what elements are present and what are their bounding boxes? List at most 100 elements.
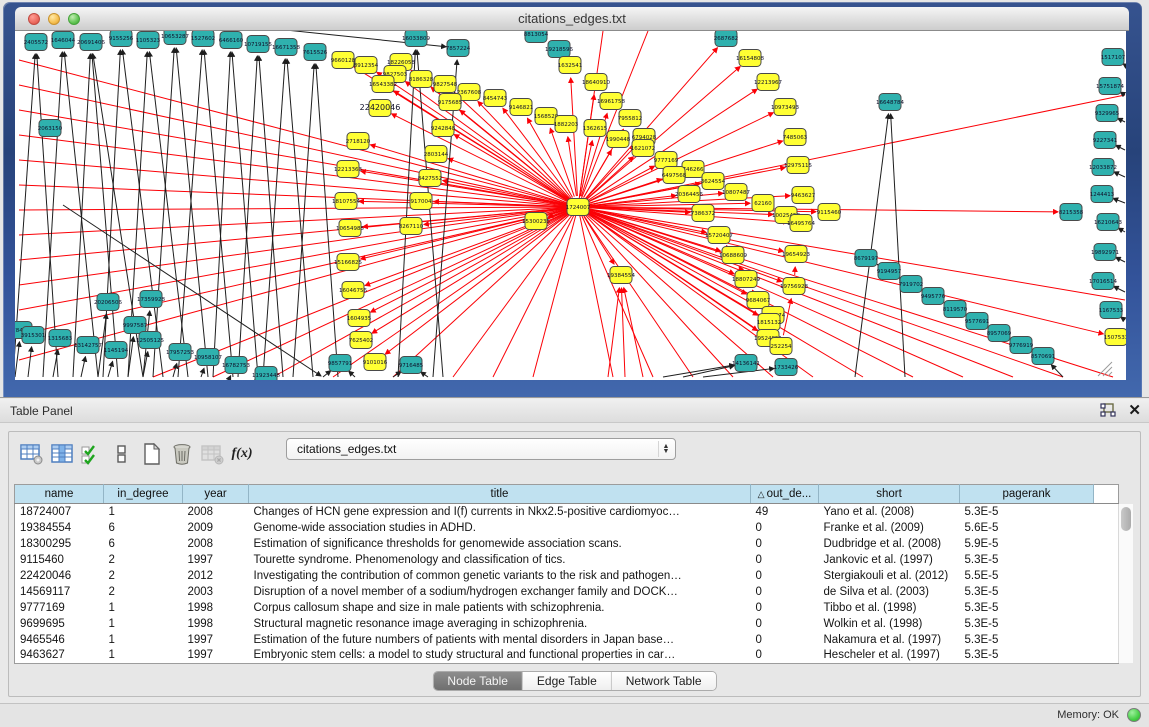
yellow-node-1507533[interactable]: 1507533 <box>1104 329 1126 346</box>
yellow-node-10654985[interactable]: 10654985 <box>336 220 364 237</box>
table-cell[interactable]: 19384554 <box>15 520 104 536</box>
yellow-node-18107554[interactable]: 18107554 <box>332 193 360 210</box>
table-cell[interactable]: 5.3E-5 <box>960 616 1094 632</box>
table-cell[interactable]: 1998 <box>183 616 249 632</box>
table-cell[interactable]: 0 <box>751 616 819 632</box>
yellow-node-16543382[interactable]: 16543382 <box>369 76 397 93</box>
teal-node-14136141[interactable]: 14136141 <box>732 355 760 372</box>
column-header-name[interactable]: name <box>15 485 104 504</box>
yellow-node-1882203[interactable]: 1882203 <box>554 116 579 133</box>
yellow-node-62160[interactable]: 62160 <box>752 195 774 212</box>
yellow-node-12213967[interactable]: 12213967 <box>754 74 782 91</box>
teal-node-8215358[interactable]: 8215358 <box>1059 204 1084 221</box>
yellow-node-8454743[interactable]: 8454743 <box>483 90 508 107</box>
yellow-node-9146821[interactable]: 9146821 <box>509 99 534 116</box>
table-cell[interactable]: 18300295 <box>15 536 104 552</box>
teal-node-2405572[interactable]: 2405572 <box>24 34 49 51</box>
table-cell[interactable]: 0 <box>751 520 819 536</box>
teal-node-6466160[interactable]: 6466160 <box>219 32 244 49</box>
teal-node-9329965[interactable]: 9329965 <box>1095 105 1120 122</box>
yellow-node-9827548[interactable]: 9827548 <box>433 76 458 93</box>
yellow-node-1604935[interactable]: 1604935 <box>347 310 372 327</box>
table-cell[interactable] <box>1094 632 1119 648</box>
yellow-node-252254[interactable]: 252254 <box>770 338 792 355</box>
scrollbar-thumb[interactable] <box>1121 507 1131 531</box>
table-cell[interactable] <box>1094 504 1119 520</box>
teal-node-7857224[interactable]: 7857224 <box>446 40 471 57</box>
teal-node-3915301[interactable]: 3915301 <box>21 327 46 344</box>
yellow-node-2803144[interactable]: 2803144 <box>424 146 449 163</box>
teal-node-11923448[interactable]: 11923448 <box>252 367 280 381</box>
yellow-node-20364456[interactable]: 20364456 <box>675 186 703 203</box>
node-table[interactable]: namein_degreeyeartitle△out_de...shortpag… <box>14 484 1119 664</box>
table-cell[interactable]: Hescheler et al. (1997) <box>819 648 960 664</box>
table-cell[interactable]: Structural magnetic resonance image aver… <box>249 616 751 632</box>
yellow-node-10807487[interactable]: 10807487 <box>722 184 750 201</box>
yellow-node-8427552[interactable]: 8427552 <box>418 170 443 187</box>
yellow-node-15300235[interactable]: 15300235 <box>522 213 550 230</box>
memory-status-icon[interactable] <box>1127 708 1141 722</box>
teal-node-8119570[interactable]: 8119570 <box>943 301 968 318</box>
yellow-node-7955812[interactable]: 7955812 <box>618 110 643 127</box>
teal-node-16671358[interactable]: 16671358 <box>272 39 300 56</box>
table-cell[interactable]: 2009 <box>183 520 249 536</box>
table-cell[interactable]: 49 <box>751 504 819 520</box>
table-cell[interactable]: 5.3E-5 <box>960 648 1094 664</box>
yellow-node-10973493[interactable]: 10973493 <box>771 99 799 116</box>
teal-node-9577691[interactable]: 9577691 <box>965 313 990 330</box>
table-row[interactable]: 2242004622012Investigating the contribut… <box>15 568 1119 584</box>
column-list-icon[interactable] <box>107 441 137 467</box>
teal-node-2063150[interactable]: 2063150 <box>38 120 63 137</box>
column-header-title[interactable]: title <box>249 485 751 504</box>
table-cell[interactable]: Embryonic stem cells: a model to study s… <box>249 648 751 664</box>
table-cell[interactable]: 22420046 <box>15 568 104 584</box>
yellow-node-22420046[interactable]: 22420046 <box>360 100 401 117</box>
table-cell[interactable]: Dudbridge et al. (2008) <box>819 536 960 552</box>
table-cell[interactable]: 9777169 <box>15 600 104 616</box>
table-row[interactable]: 946362711997Embryonic stem cells: a mode… <box>15 648 1119 664</box>
teal-node-19892971[interactable]: 19892971 <box>1091 244 1119 261</box>
table-cell[interactable]: 0 <box>751 568 819 584</box>
table-cell[interactable]: 2 <box>104 584 183 600</box>
table-cell[interactable]: 1 <box>104 504 183 520</box>
teal-node-1646044[interactable]: 1646044 <box>51 32 76 49</box>
teal-node-1527602[interactable]: 1527602 <box>191 31 216 47</box>
table-cell[interactable]: Corpus callosum shape and size in male p… <box>249 600 751 616</box>
yellow-node-9242848[interactable]: 9242848 <box>431 120 456 137</box>
table-cell[interactable]: 5.3E-5 <box>960 584 1094 600</box>
table-cell[interactable]: 5.5E-5 <box>960 568 1094 584</box>
teal-node-19218596[interactable]: 19218596 <box>545 41 573 58</box>
column-header-spacer[interactable] <box>1094 485 1119 504</box>
teal-node-17359928[interactable]: 17359928 <box>137 291 165 308</box>
table-cell[interactable]: 5.3E-5 <box>960 504 1094 520</box>
table-cell[interactable]: 2003 <box>183 584 249 600</box>
table-cell[interactable] <box>1094 600 1119 616</box>
table-cell[interactable]: 2 <box>104 568 183 584</box>
table-cell[interactable] <box>1094 520 1119 536</box>
teal-node-15751874[interactable]: 15751874 <box>1096 78 1124 95</box>
table-cell[interactable]: 9699695 <box>15 616 104 632</box>
teal-node-9716485[interactable]: 9716485 <box>399 357 424 374</box>
teal-node-8679197[interactable]: 8679197 <box>854 250 879 267</box>
yellow-node-917004[interactable]: 917004 <box>410 193 432 210</box>
table-cell[interactable]: 5.3E-5 <box>960 632 1094 648</box>
tab-edge-table[interactable]: Edge Table <box>523 672 612 690</box>
teal-node-1517107[interactable]: 1517107 <box>1101 49 1126 66</box>
table-cell[interactable]: 5.3E-5 <box>960 552 1094 568</box>
citation-network-graph[interactable]: 1724007240557216460442069140691552561105… <box>15 31 1126 380</box>
yellow-node-16046756[interactable]: 16046756 <box>339 282 367 299</box>
table-row[interactable]: 1938455462009Genome-wide association stu… <box>15 520 1119 536</box>
function-builder-icon[interactable]: f(x) <box>227 441 257 467</box>
table-cell[interactable]: 0 <box>751 552 819 568</box>
table-cell[interactable]: 9463627 <box>15 648 104 664</box>
teal-node-10958107[interactable]: 10958107 <box>194 349 222 366</box>
teal-node-8957069[interactable]: 8957069 <box>987 325 1012 342</box>
yellow-node-1362615[interactable]: 1362615 <box>583 120 608 137</box>
yellow-node-7386372[interactable]: 7386372 <box>691 205 716 222</box>
close-panel-icon[interactable]: ✕ <box>1128 403 1141 418</box>
yellow-node-8912354[interactable]: 8912354 <box>354 57 379 74</box>
teal-node-1315683[interactable]: 1315683 <box>48 330 73 347</box>
column-header-short[interactable]: short <box>819 485 960 504</box>
table-cell[interactable]: Estimation of significance thresholds fo… <box>249 536 751 552</box>
yellow-node-7625402[interactable]: 7625402 <box>349 332 374 349</box>
